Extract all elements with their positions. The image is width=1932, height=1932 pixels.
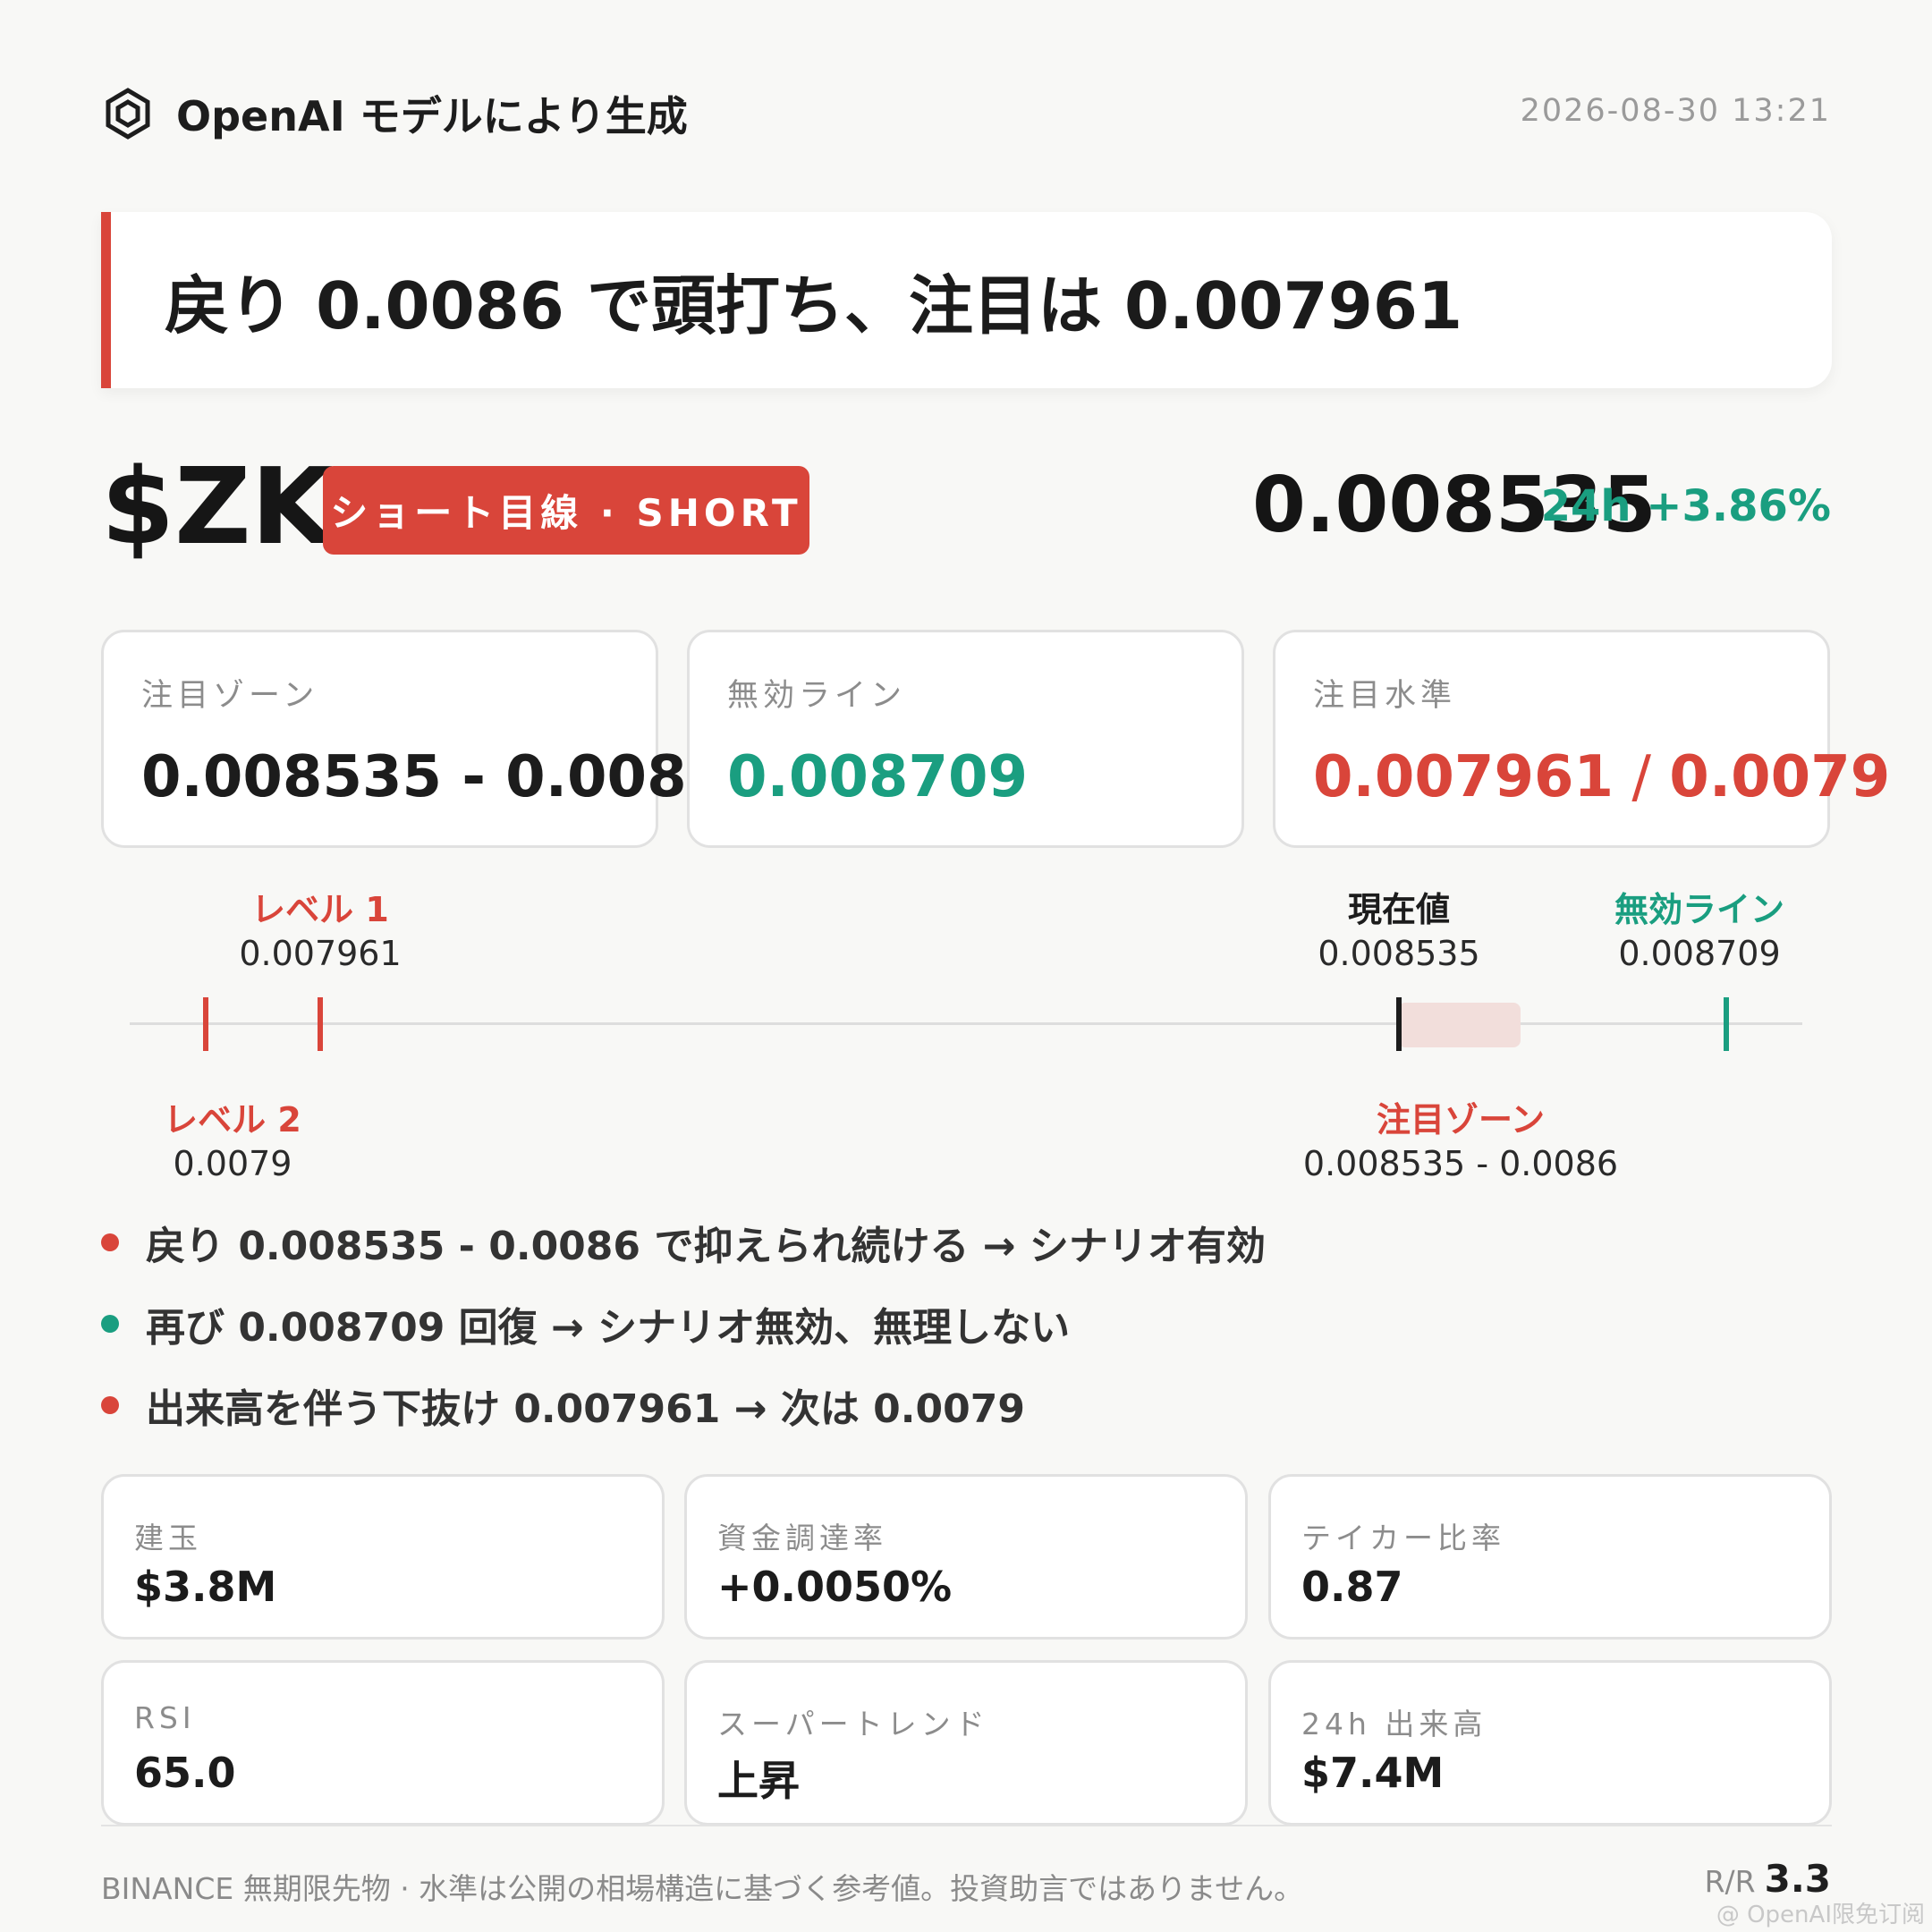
headline-text: 戻り 0.0086 で頭打ち、注目は 0.007961 bbox=[165, 268, 1463, 343]
rr-label: R/R bbox=[1704, 1864, 1756, 1899]
watch-zone-card: 注目ゾーン 0.008535 - 0.0086 bbox=[101, 630, 726, 848]
metric-label: スーパートレンド bbox=[717, 1707, 989, 1741]
card-label: 無効ライン bbox=[727, 678, 907, 714]
red-dot-icon bbox=[101, 1233, 119, 1251]
card-value: 0.008535 - 0.0086 bbox=[141, 744, 727, 810]
bullet-text: 出来高を伴う下抜け 0.007961 → 次は 0.0079 bbox=[146, 1386, 1025, 1432]
card-value: 0.007961 / 0.0079 bbox=[1313, 744, 1890, 810]
card-label: 注目ゾーン bbox=[141, 678, 319, 714]
risk-reward: R/R 3.3 bbox=[1705, 1857, 1831, 1901]
target-level-1: 0.007961 bbox=[1313, 744, 1614, 810]
zone-value: 0.008535 - 0.0086 bbox=[1302, 1144, 1619, 1183]
price-change: 24h +3.86% bbox=[1540, 481, 1831, 531]
scenario-bullet: 再び 0.008709 回復 → シナリオ無効、無理しない bbox=[101, 1295, 1070, 1352]
rsi-card: RSI 65.0 bbox=[101, 1660, 665, 1826]
watermark: @ OpenAI限免订阅 bbox=[1716, 1902, 1925, 1928]
brand: OpenAI モデルにより生成 bbox=[101, 84, 688, 143]
metric-value: $3.8M bbox=[134, 1563, 277, 1611]
scenario-bullet: 戻り 0.008535 - 0.0086 で抑えられ続ける → シナリオ有効 bbox=[101, 1214, 1266, 1271]
metric-label: RSI bbox=[134, 1700, 196, 1735]
bullet-text: 戻り 0.008535 - 0.0086 で抑えられ続ける → シナリオ有効 bbox=[146, 1224, 1266, 1269]
scenario-bullet: 出来高を伴う下抜け 0.007961 → 次は 0.0079 bbox=[101, 1377, 1025, 1434]
open-interest-card: 建玉 $3.8M bbox=[101, 1474, 665, 1640]
disclaimer: BINANCE 無期限先物 · 水準は公開の相場構造に基づく参考値。投資助言では… bbox=[101, 1871, 1304, 1906]
level1-marker bbox=[318, 997, 323, 1051]
bullet-text: 再び 0.008709 回復 → シナリオ無効、無理しない bbox=[146, 1305, 1071, 1351]
zone-title: 注目ゾーン bbox=[1376, 1100, 1546, 1140]
metric-value: 上昇 bbox=[717, 1757, 800, 1805]
red-dot-icon bbox=[101, 1396, 119, 1414]
current-value: 0.008535 bbox=[1318, 934, 1480, 973]
metric-label: テイカー比率 bbox=[1301, 1521, 1505, 1555]
level-track bbox=[130, 1022, 1802, 1025]
metric-label: 24h 出来高 bbox=[1301, 1707, 1487, 1741]
level2-marker bbox=[203, 997, 208, 1051]
level1-title: レベル 1 bbox=[251, 890, 389, 929]
card-label: 注目水準 bbox=[1313, 678, 1457, 714]
ticker-symbol: $ZK bbox=[101, 445, 334, 568]
current-price-marker bbox=[1396, 997, 1402, 1051]
target-level-2: 0.0079 bbox=[1669, 744, 1891, 810]
direction-badge: ショート目線 · SHORT bbox=[323, 466, 809, 555]
supertrend-card: スーパートレンド 上昇 bbox=[684, 1660, 1248, 1826]
metric-value: 65.0 bbox=[134, 1749, 236, 1797]
hexagon-logo-icon bbox=[106, 88, 150, 140]
invalidation-title: 無効ライン bbox=[1614, 890, 1784, 929]
metric-label: 資金調達率 bbox=[717, 1521, 887, 1555]
metric-label: 建玉 bbox=[134, 1521, 202, 1555]
timestamp: 2026-08-30 13:21 bbox=[1520, 93, 1831, 129]
level1-value: 0.007961 bbox=[239, 934, 402, 973]
value-separator: / bbox=[1614, 744, 1670, 810]
metric-value: 0.87 bbox=[1301, 1563, 1403, 1611]
green-dot-icon bbox=[101, 1315, 119, 1333]
watch-zone-band bbox=[1398, 1003, 1521, 1047]
rr-value: 3.3 bbox=[1764, 1857, 1831, 1901]
target-levels-card: 注目水準 0.007961 / 0.0079 bbox=[1273, 630, 1890, 848]
current-title: 現在値 bbox=[1347, 890, 1450, 929]
invalidation-marker bbox=[1724, 997, 1729, 1051]
level2-title: レベル 2 bbox=[164, 1100, 301, 1140]
footer-divider bbox=[101, 1825, 1832, 1826]
metric-value: +0.0050% bbox=[717, 1563, 953, 1611]
volume-24h-card: 24h 出来高 $7.4M bbox=[1268, 1660, 1832, 1826]
taker-ratio-card: テイカー比率 0.87 bbox=[1268, 1474, 1832, 1640]
funding-rate-card: 資金調達率 +0.0050% bbox=[684, 1474, 1248, 1640]
invalidation-value: 0.008709 bbox=[1618, 934, 1781, 973]
headline-card: 戻り 0.0086 で頭打ち、注目は 0.007961 bbox=[101, 212, 1832, 388]
level2-value: 0.0079 bbox=[173, 1144, 292, 1183]
metric-value: $7.4M bbox=[1301, 1749, 1445, 1797]
invalidation-card: 無効ライン 0.008709 bbox=[687, 630, 1244, 848]
card-value: 0.008709 bbox=[727, 744, 1029, 810]
brand-text: OpenAI モデルにより生成 bbox=[176, 92, 688, 140]
